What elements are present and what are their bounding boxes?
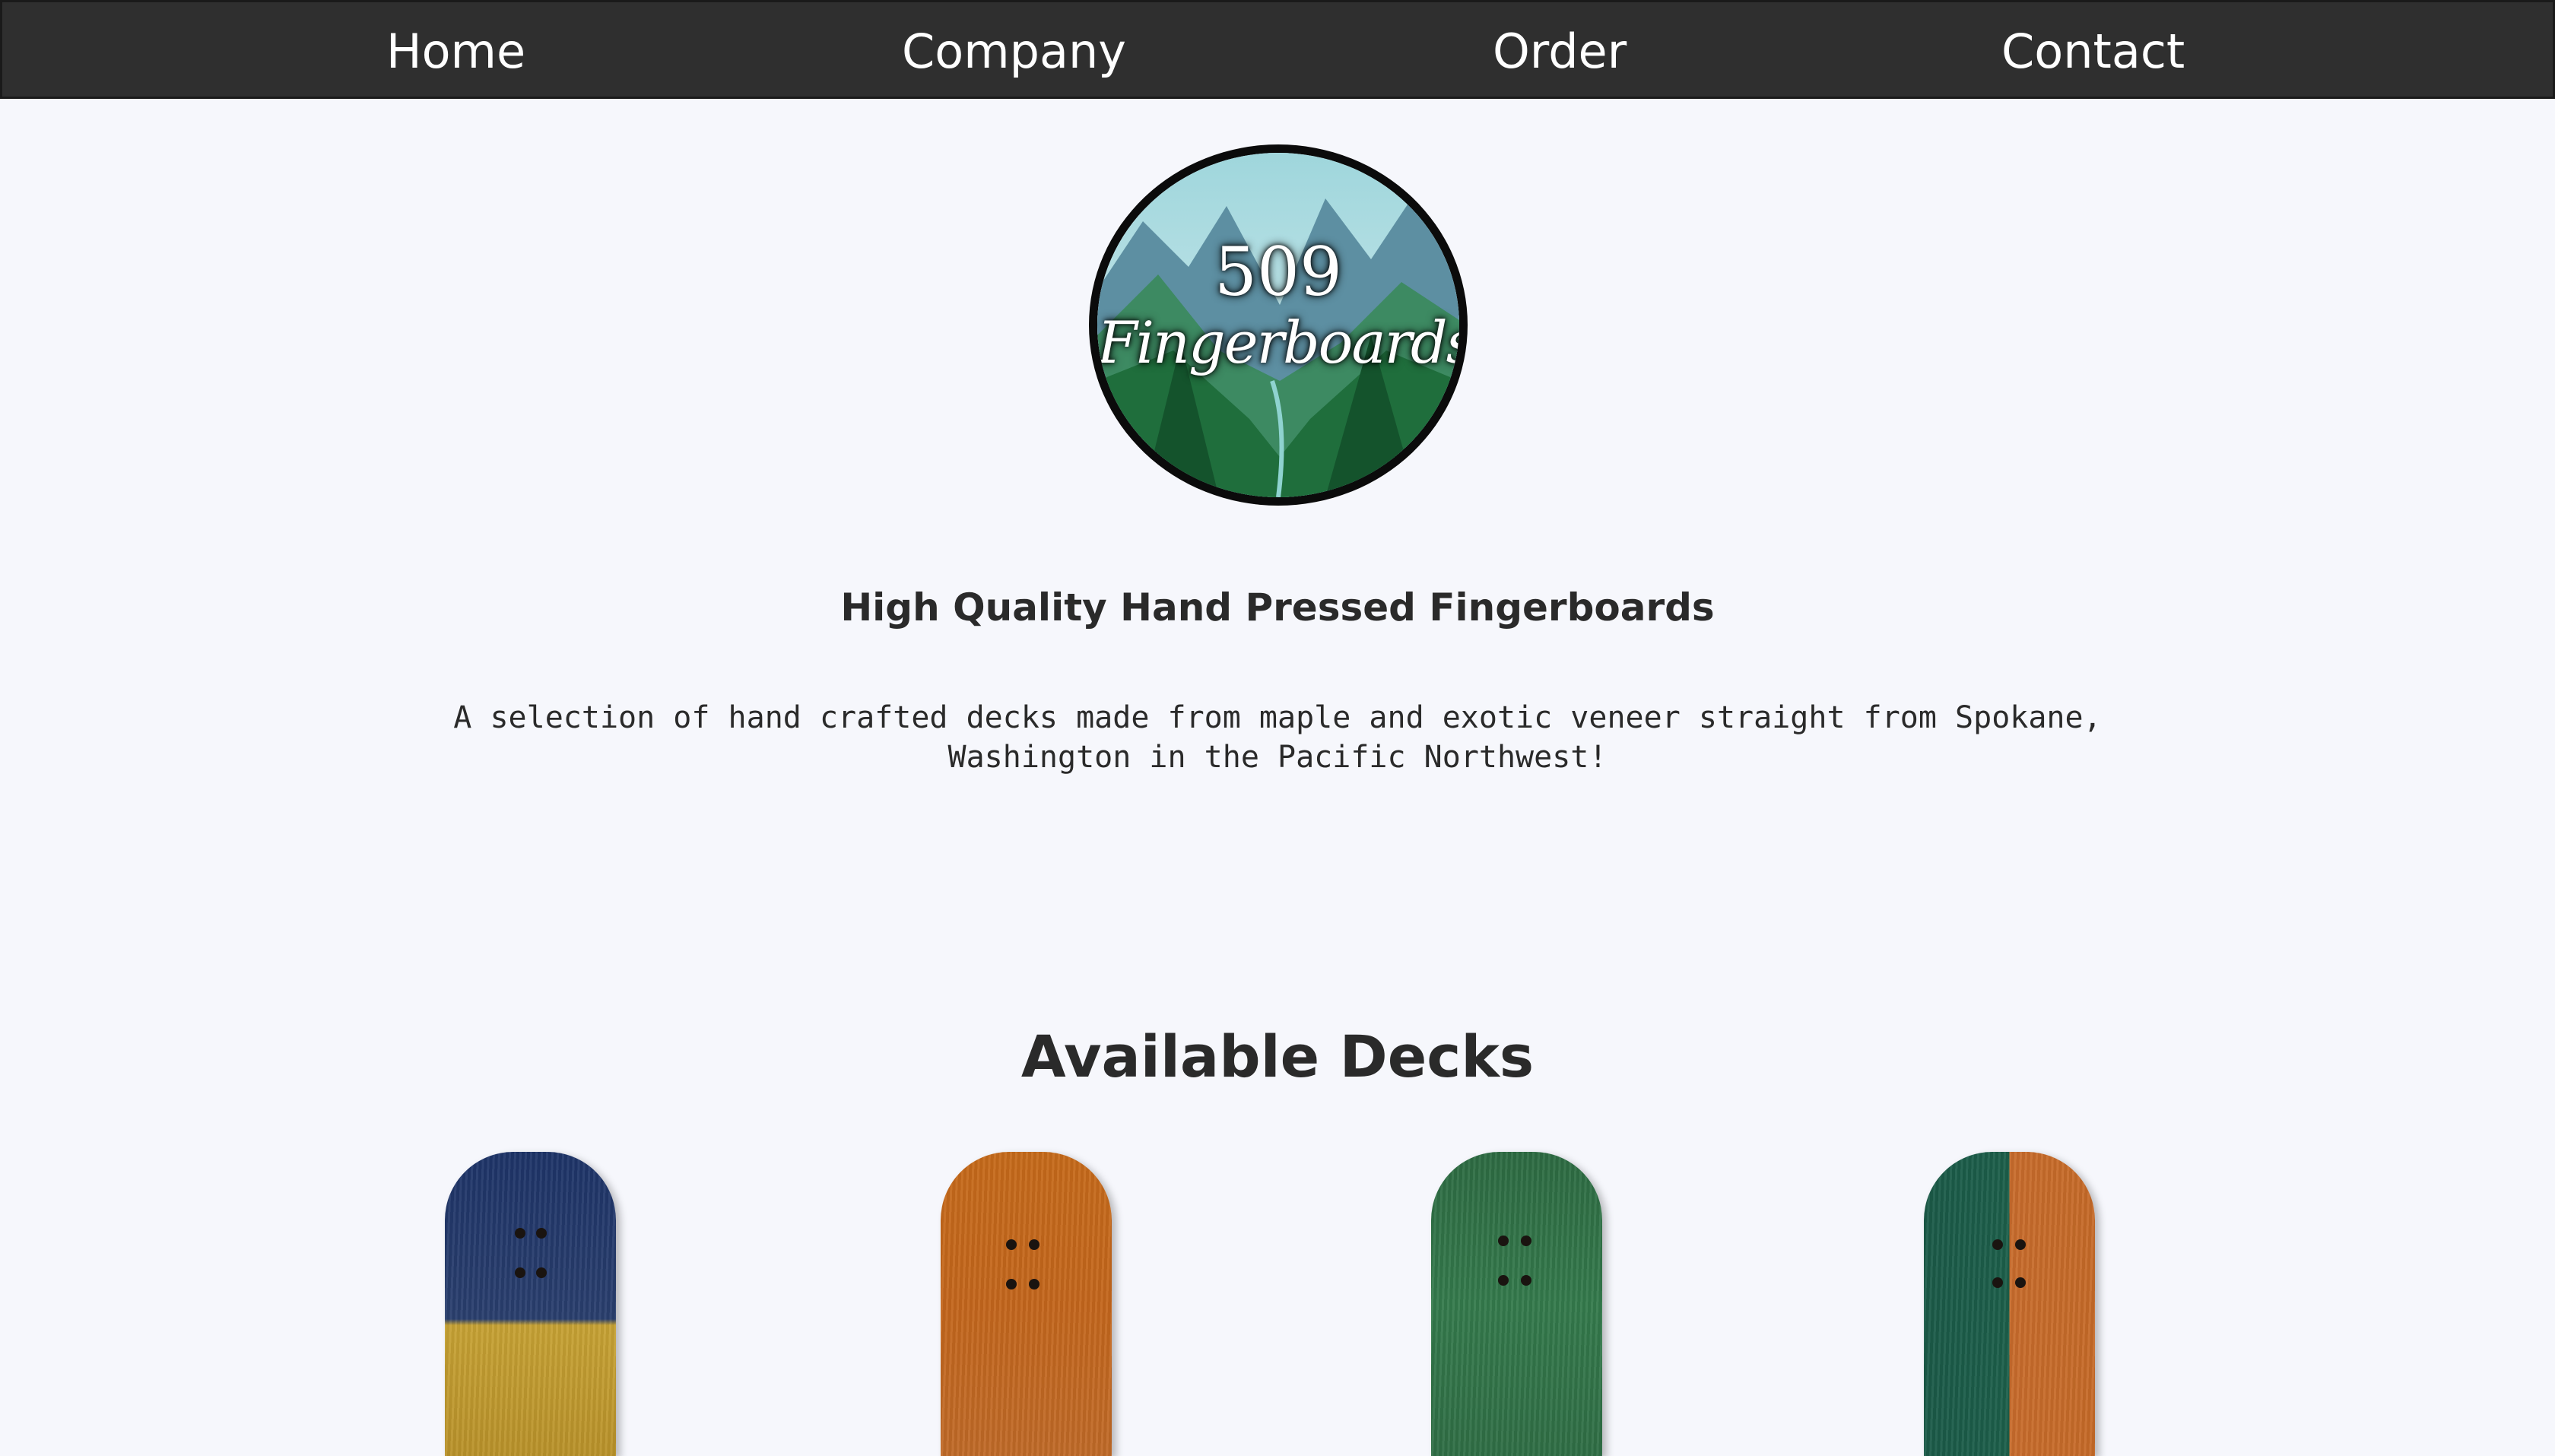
available-decks-heading: Available Decks [1020,1023,1535,1090]
deck-bolt-hole [2015,1277,2026,1288]
deck-image-blue-yellow[interactable] [445,1152,616,1456]
deck-image-orange[interactable] [941,1152,1112,1456]
deck-image-green[interactable] [1431,1152,1602,1456]
deck-bolt-hole [1029,1239,1039,1250]
deck-bolt-hole [1006,1239,1017,1250]
deck-bolt-hole [1029,1279,1039,1289]
nav-link-contact[interactable]: Contact [2001,2,2185,101]
deck-bolt-hole [1992,1239,2003,1250]
deck-bolt-hole [1521,1275,1531,1286]
deck-grain-texture [1431,1152,1602,1456]
nav-link-company[interactable]: Company [902,2,1126,101]
brand-logo: 509 Fingerboards [1089,144,1468,506]
nav-link-order[interactable]: Order [1493,2,1627,101]
deck-grain-texture [1924,1152,2095,1456]
deck-grain-texture [445,1152,616,1456]
deck-grain-texture [941,1152,1112,1456]
deck-bolt-hole [1498,1275,1509,1286]
deck-bolt-hole [1498,1236,1509,1246]
deck-bolt-hole [1992,1277,2003,1288]
deck-bolt-hole [536,1228,547,1239]
hero-description: A selection of hand crafted decks made f… [453,700,2102,775]
deck-bolt-hole [515,1267,525,1278]
logo-name: Fingerboards [1097,309,1468,376]
deck-bolt-hole [2015,1239,2026,1250]
nav-link-home[interactable]: Home [386,2,525,101]
top-navbar: Home Company Order Contact [0,0,2555,99]
hero-tagline: High Quality Hand Pressed Fingerboards [840,585,1715,630]
deck-bolt-hole [536,1267,547,1278]
deck-bolt-hole [515,1228,525,1239]
deck-bolt-hole [1006,1279,1017,1289]
logo-number: 509 [1214,233,1342,311]
deck-bolt-hole [1521,1236,1531,1246]
deck-image-teal-orange[interactable] [1924,1152,2095,1456]
